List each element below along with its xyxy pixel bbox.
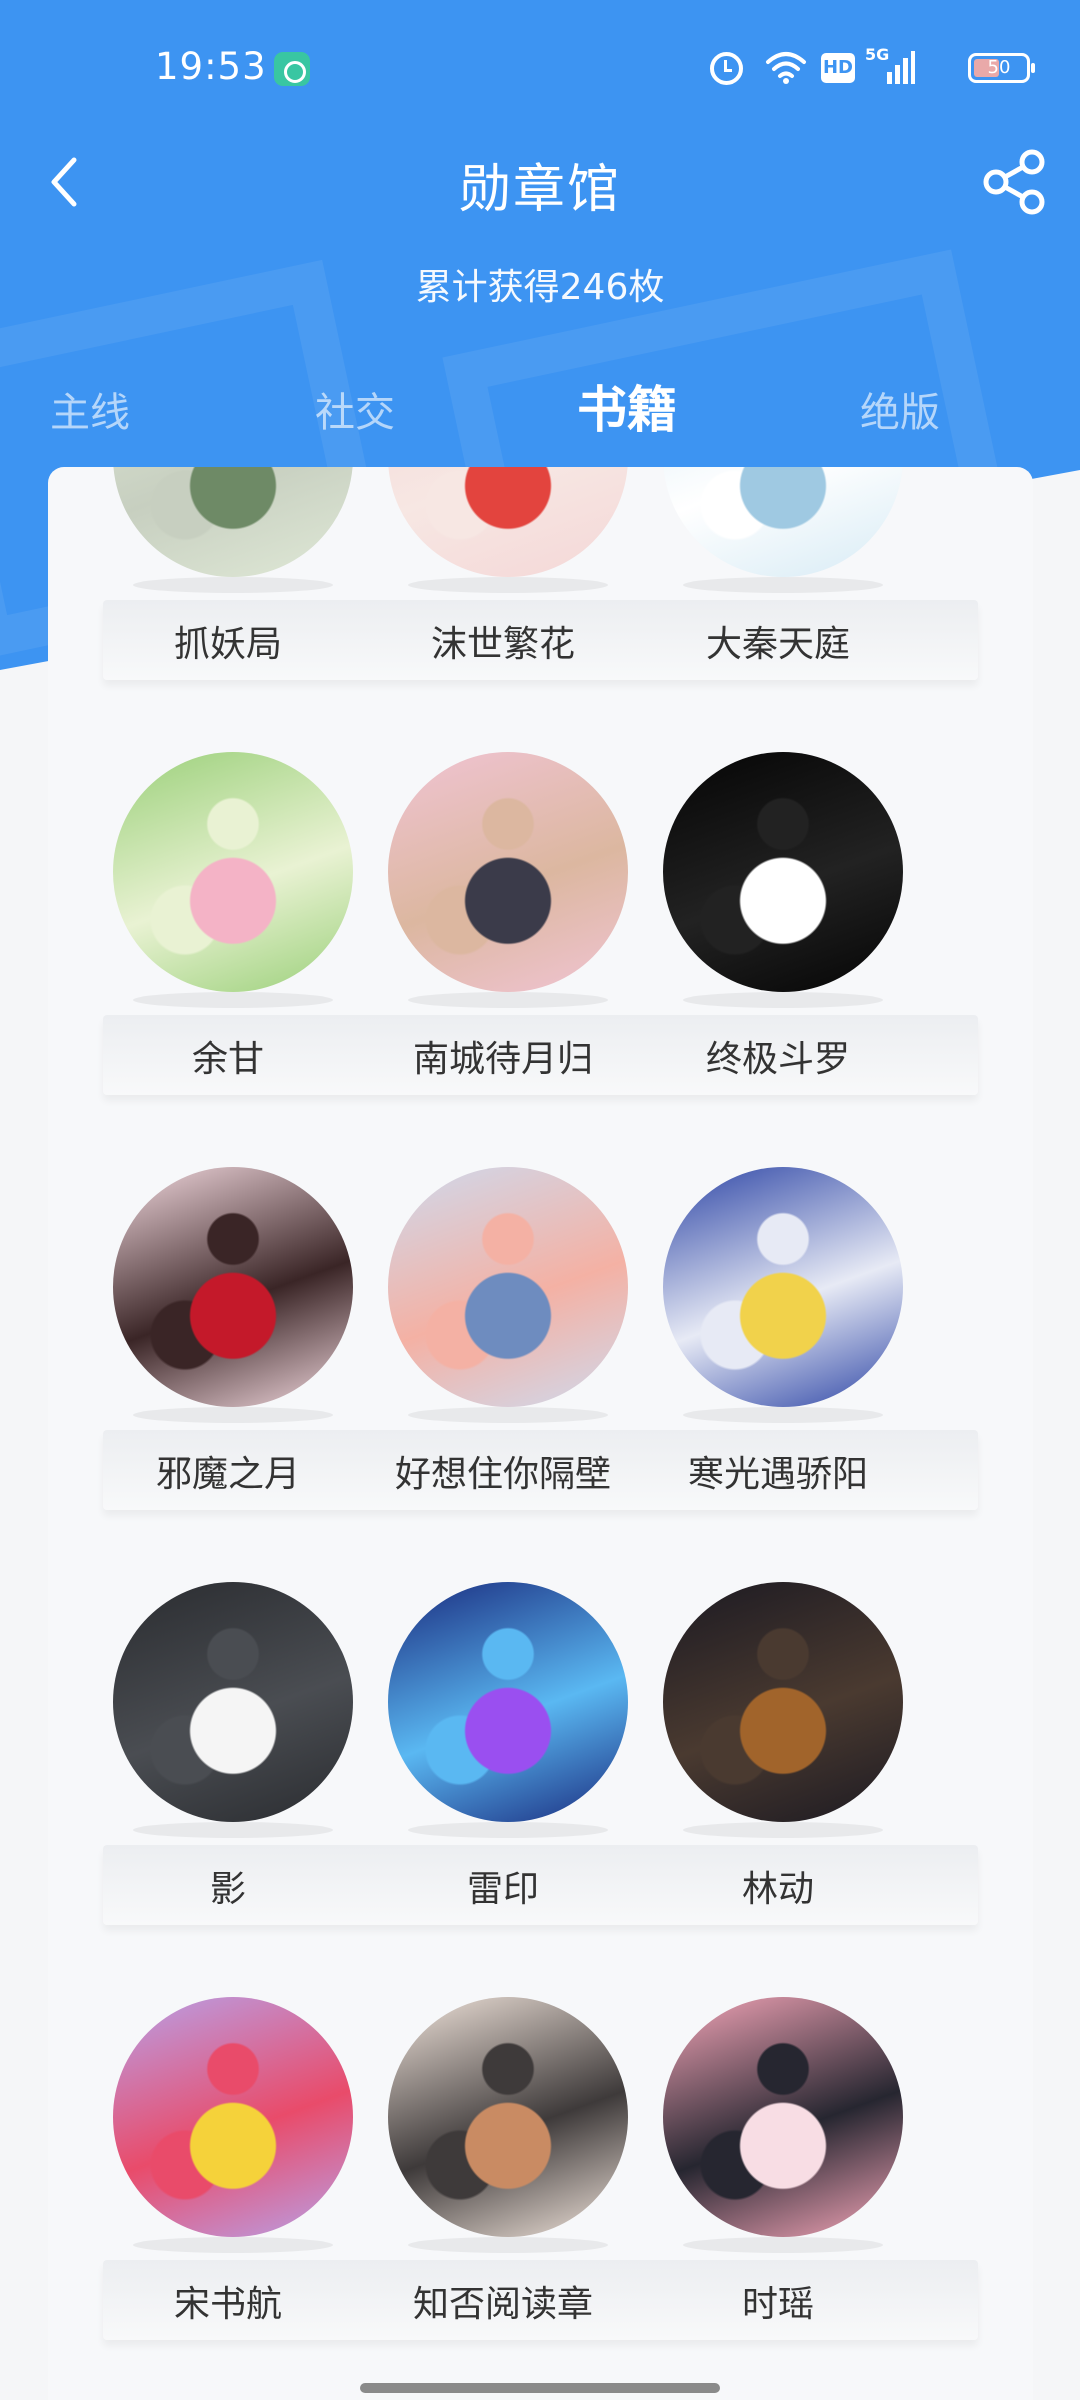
hd-icon: HD <box>821 53 855 83</box>
status-time: 19:53 <box>155 45 267 88</box>
tab-out-of-print[interactable]: 绝版 <box>810 380 990 438</box>
badge-shadow <box>683 1822 883 1838</box>
badge-shadow <box>133 992 333 1008</box>
signal-icon: 5G <box>865 45 915 86</box>
badge-name: 林动 <box>741 1869 814 1910</box>
badge-shadow <box>683 2237 883 2253</box>
badge-count-subtitle: 累计获得246枚 <box>415 267 665 308</box>
badge-image <box>113 752 353 992</box>
badge-card[interactable]: 影 <box>78 1582 378 1982</box>
badge-image <box>388 1167 628 1407</box>
badge-image <box>663 1997 903 2237</box>
badge-card[interactable]: 沫世繁花 <box>353 467 653 737</box>
badge-image <box>113 1997 353 2237</box>
alarm-icon <box>710 52 743 85</box>
badge-card[interactable]: 知否阅读章 <box>353 1997 653 2397</box>
badge-image <box>113 467 353 577</box>
badge-name: 南城待月归 <box>412 1039 593 1080</box>
badge-name: 抓妖局 <box>173 624 282 665</box>
badge-shadow <box>408 1407 608 1423</box>
badge-card[interactable]: 大秦天庭 <box>628 467 928 737</box>
badge-shadow <box>408 2237 608 2253</box>
app-notification-icon <box>274 52 310 86</box>
status-bar: 19:53 HD 5G 50 <box>0 0 1080 140</box>
badge-name: 大秦天庭 <box>705 624 850 665</box>
badge-name: 邪魔之月 <box>155 1454 300 1495</box>
tab-books[interactable]: 书籍 <box>537 370 717 442</box>
badge-name: 时瑶 <box>741 2284 814 2325</box>
badge-card[interactable]: 终极斗罗 <box>628 752 928 1152</box>
badge-card[interactable]: 好想住你隔壁 <box>353 1167 653 1567</box>
badge-card[interactable]: 寒光遇骄阳 <box>628 1167 928 1567</box>
badge-shadow <box>683 577 883 593</box>
badge-card[interactable]: 邪魔之月 <box>78 1167 378 1567</box>
battery-icon: 50 <box>968 53 1035 83</box>
share-button[interactable] <box>978 148 1050 216</box>
badge-card[interactable]: 林动 <box>628 1582 928 1982</box>
badge-grid-panel: 抓妖局 沫世繁花 大秦天庭余甘 南城待月归 终极斗罗邪魔之月 好想住你隔壁 寒光遇骄阳影 雷印… <box>48 467 1033 2400</box>
tab-main-line[interactable]: 主线 <box>0 380 180 438</box>
badge-name: 沫世繁花 <box>430 624 575 665</box>
badge-shadow <box>133 1822 333 1838</box>
badge-name: 好想住你隔壁 <box>394 1454 611 1495</box>
page-title: 勋章馆 <box>458 160 621 220</box>
badge-shadow <box>408 577 608 593</box>
badge-name: 影 <box>209 1869 246 1910</box>
badge-shadow <box>408 1822 608 1838</box>
badge-image <box>663 1582 903 1822</box>
category-tabs: 主线 社交 书籍 绝版 <box>0 370 1080 450</box>
badge-image <box>663 1167 903 1407</box>
share-icon <box>983 149 1045 215</box>
badge-shadow <box>683 1407 883 1423</box>
badge-image <box>663 752 903 992</box>
badge-name: 雷印 <box>466 1869 539 1910</box>
badge-name: 终极斗罗 <box>705 1039 850 1080</box>
badge-card[interactable]: 南城待月归 <box>353 752 653 1152</box>
badge-image <box>663 467 903 577</box>
badge-card[interactable]: 时瑶 <box>628 1997 928 2397</box>
badge-name: 寒光遇骄阳 <box>687 1454 868 1495</box>
badge-image <box>388 752 628 992</box>
badge-shadow <box>133 1407 333 1423</box>
badge-image <box>388 467 628 577</box>
badge-card[interactable]: 宋书航 <box>78 1997 378 2397</box>
badge-name: 宋书航 <box>173 2284 282 2325</box>
badge-shadow <box>408 992 608 1008</box>
badge-name: 知否阅读章 <box>412 2284 593 2325</box>
badge-card[interactable]: 余甘 <box>78 752 378 1152</box>
badge-name: 余甘 <box>191 1039 264 1080</box>
badge-shadow <box>683 992 883 1008</box>
badge-card[interactable]: 雷印 <box>353 1582 653 1982</box>
badge-card[interactable]: 抓妖局 <box>78 467 378 737</box>
badge-image <box>388 1997 628 2237</box>
home-indicator[interactable] <box>360 2383 720 2393</box>
badge-image <box>113 1167 353 1407</box>
wifi-icon <box>766 52 806 84</box>
badge-shadow <box>133 2237 333 2253</box>
badge-shadow <box>133 577 333 593</box>
badge-image <box>388 1582 628 1822</box>
badge-image <box>113 1582 353 1822</box>
tab-social[interactable]: 社交 <box>265 380 445 438</box>
battery-label: 50 <box>987 57 1011 78</box>
